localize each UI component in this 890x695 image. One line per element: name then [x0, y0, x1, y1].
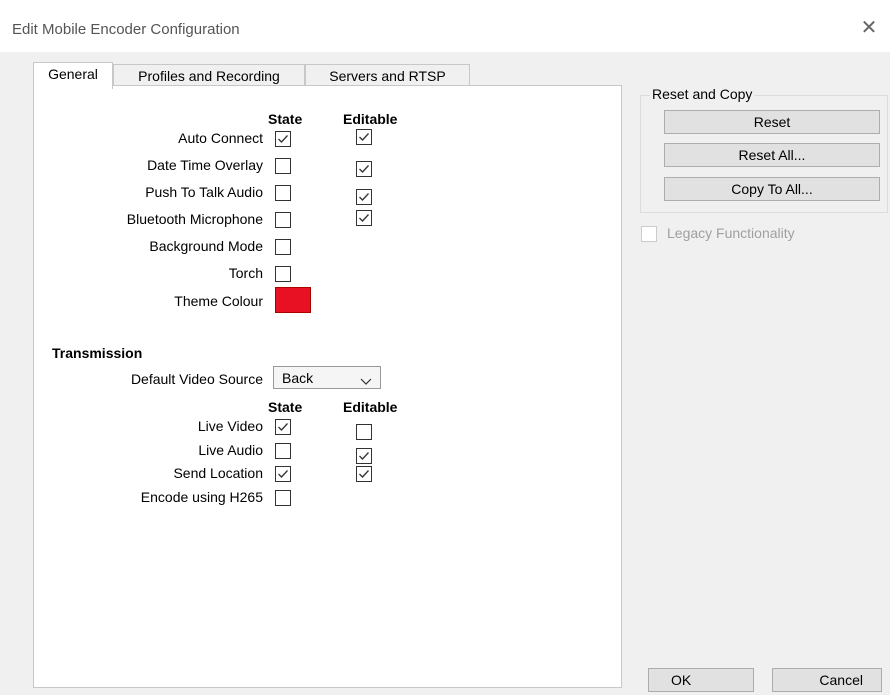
- live-video-label: Live Video: [197, 418, 263, 434]
- tab-servers-and-rtsp[interactable]: Servers and RTSP: [305, 64, 470, 86]
- legacy-functionality-checkbox: [641, 226, 657, 242]
- ok-button[interactable]: OK: [648, 668, 754, 692]
- live-audio-state-checkbox[interactable]: [275, 442, 291, 459]
- send-location-editable-checkbox[interactable]: [356, 466, 372, 482]
- tab-profiles-and-recording[interactable]: Profiles and Recording: [113, 64, 305, 86]
- date-time-overlay-editable-checkbox[interactable]: [356, 161, 372, 177]
- push-to-talk-audio-editable-checkbox[interactable]: [356, 189, 372, 205]
- torch-state-checkbox[interactable]: [275, 266, 291, 282]
- push-to-talk-audio-label: Push To Talk Audio: [145, 184, 263, 200]
- date-time-overlay-state-checkbox[interactable]: [275, 158, 291, 174]
- transmission-heading: Transmission: [52, 345, 143, 361]
- bluetooth-microphone-state-checkbox[interactable]: [275, 212, 291, 228]
- default-video-source-value: Back: [282, 370, 314, 386]
- encode-using-h265-state-checkbox[interactable]: [275, 489, 291, 506]
- title-bar: Edit Mobile Encoder Configuration ✕: [0, 0, 890, 52]
- auto-connect-label: Auto Connect: [178, 130, 263, 146]
- cancel-button[interactable]: Cancel: [772, 668, 882, 692]
- send-location-state-checkbox[interactable]: [275, 466, 291, 482]
- auto-connect-state-checkbox[interactable]: [275, 131, 291, 147]
- send-location-label: Send Location: [173, 465, 263, 481]
- bluetooth-microphone-editable-checkbox[interactable]: [356, 210, 372, 226]
- window-title: Edit Mobile Encoder Configuration: [12, 21, 240, 38]
- encode-using-h265-label: Encode using H265: [140, 488, 263, 505]
- background-mode-label: Background Mode: [149, 238, 263, 254]
- reset-all-button[interactable]: Reset All...: [664, 143, 880, 167]
- editable-header: Editable: [343, 111, 398, 127]
- live-audio-label: Live Audio: [198, 441, 263, 458]
- theme-colour-swatch[interactable]: [275, 287, 311, 313]
- tab-general[interactable]: General: [33, 62, 113, 89]
- default-video-source-select[interactable]: Back: [273, 366, 381, 389]
- bluetooth-microphone-label: Bluetooth Microphone: [126, 211, 263, 227]
- auto-connect-editable-checkbox[interactable]: [356, 129, 372, 145]
- reset-and-copy-title: Reset and Copy: [650, 86, 755, 102]
- transmission-editable-header: Editable: [343, 399, 398, 415]
- push-to-talk-audio-state-checkbox[interactable]: [275, 185, 291, 201]
- live-video-state-checkbox[interactable]: [275, 419, 291, 435]
- legacy-functionality-label: Legacy Functionality: [667, 225, 795, 241]
- theme-colour-label: Theme Colour: [174, 293, 263, 309]
- reset-button[interactable]: Reset: [664, 110, 880, 134]
- background-mode-state-checkbox[interactable]: [275, 239, 291, 255]
- live-audio-editable-checkbox[interactable]: [356, 447, 372, 464]
- default-video-source-label: Default Video Source: [130, 371, 263, 387]
- close-icon[interactable]: ✕: [858, 17, 880, 39]
- transmission-state-header: State: [268, 399, 303, 415]
- state-header: State: [268, 111, 303, 127]
- date-time-overlay-label: Date Time Overlay: [147, 157, 263, 173]
- live-video-editable-checkbox[interactable]: [356, 424, 372, 440]
- torch-label: Torch: [228, 265, 263, 281]
- copy-to-all-button[interactable]: Copy To All...: [664, 177, 880, 201]
- chevron-down-icon: [360, 373, 372, 389]
